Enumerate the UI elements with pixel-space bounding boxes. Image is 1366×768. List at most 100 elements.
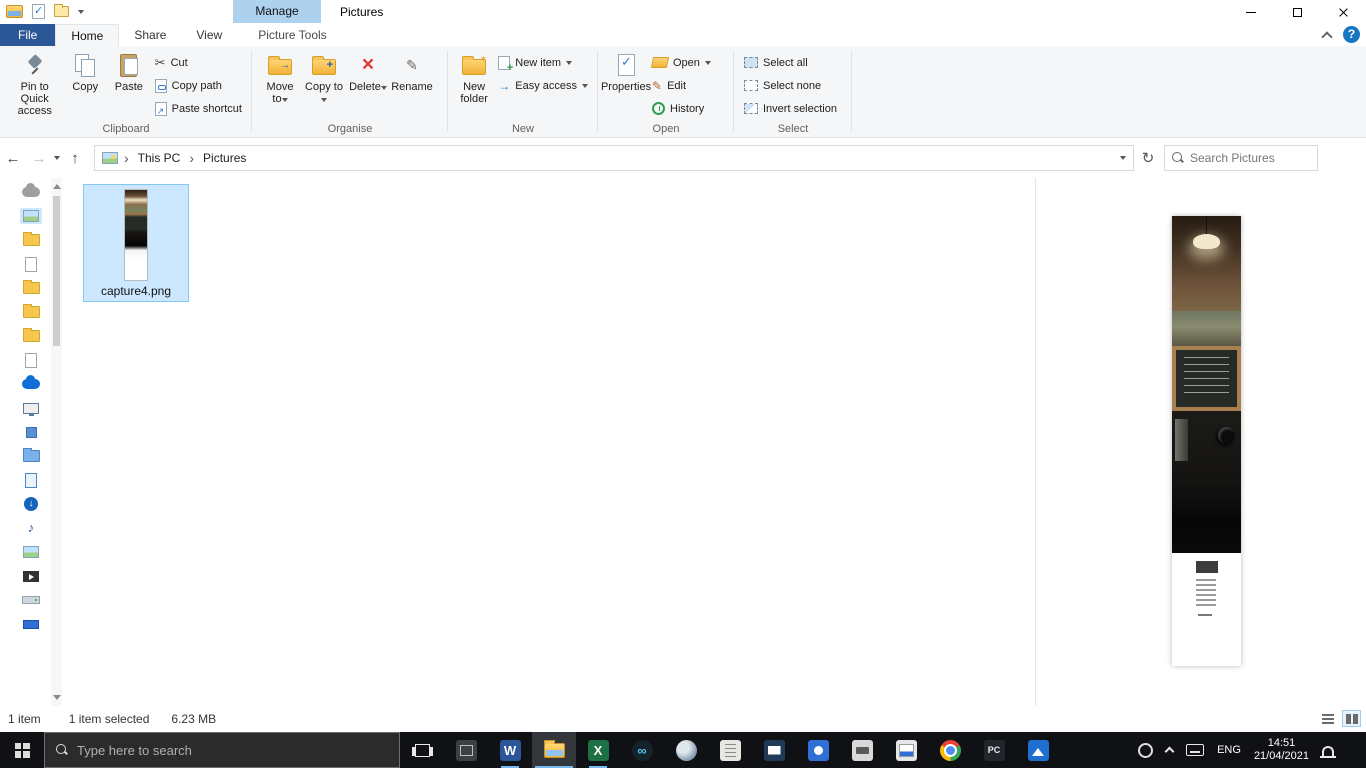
open-button[interactable]: Open	[648, 53, 715, 72]
properties-button[interactable]: Properties	[601, 48, 651, 97]
history-button[interactable]: History	[648, 99, 715, 118]
tab-file[interactable]: File	[0, 24, 56, 46]
copy-button[interactable]: Copy	[63, 48, 107, 97]
search-box[interactable]	[1164, 145, 1318, 171]
new-folder-quick-icon[interactable]	[54, 4, 69, 17]
taskbar-app-capture[interactable]	[444, 732, 488, 768]
close-button[interactable]	[1320, 0, 1366, 24]
sidebar-item-folder[interactable]	[20, 304, 43, 320]
edit-button[interactable]: ✎ Edit	[648, 76, 715, 95]
copy-path-button[interactable]: Copy path	[151, 76, 246, 95]
paste-shortcut-button[interactable]: Paste shortcut	[151, 99, 246, 118]
start-button[interactable]	[0, 732, 44, 768]
select-none-button[interactable]: Select none	[740, 76, 841, 95]
paste-button[interactable]: Paste	[107, 48, 151, 97]
taskbar-app-excel[interactable]	[576, 732, 620, 768]
delete-button[interactable]: × Delete	[346, 48, 390, 97]
taskbar-search[interactable]	[44, 732, 400, 768]
copy-to-button[interactable]: Copy to	[302, 48, 346, 109]
minimize-ribbon-icon[interactable]	[1321, 30, 1333, 43]
sidebar-item-videos[interactable]	[20, 568, 42, 584]
recent-locations-chevron-icon[interactable]	[54, 156, 60, 160]
tab-home[interactable]: Home	[55, 24, 120, 46]
large-icons-view-button[interactable]	[1342, 710, 1361, 727]
sidebar-item-documents[interactable]	[22, 472, 40, 488]
sidebar-scrollbar[interactable]	[51, 178, 62, 706]
invert-selection-button[interactable]: Invert selection	[740, 99, 841, 118]
file-list-area[interactable]: capture4.png	[62, 178, 1035, 706]
show-hidden-icons-chevron[interactable]	[1164, 746, 1175, 757]
move-to-button[interactable]: Move to	[258, 48, 302, 109]
sidebar-item-document[interactable]	[22, 256, 40, 272]
sidebar-item-network[interactable]	[20, 616, 42, 632]
sidebar-item-pictures-selected[interactable]	[20, 208, 42, 224]
breadcrumb-this-pc[interactable]: This PC	[135, 151, 184, 165]
sidebar-item-pictures[interactable]	[20, 544, 42, 560]
tab-share[interactable]: Share	[119, 24, 181, 46]
pin-to-quick-access-button[interactable]: Pin to Quick access	[6, 48, 63, 121]
task-view-button[interactable]	[400, 732, 444, 768]
action-center-icon[interactable]	[1320, 746, 1336, 758]
tray-circle-icon[interactable]	[1138, 742, 1154, 758]
taskbar-app-installer[interactable]	[884, 732, 928, 768]
sidebar-item-music[interactable]: ♪	[25, 520, 38, 536]
pictures-folder-icon	[102, 152, 118, 164]
sidebar-item-onedrive[interactable]	[19, 183, 43, 200]
tab-view[interactable]: View	[181, 24, 237, 46]
language-indicator[interactable]: ENG	[1217, 744, 1241, 756]
refresh-icon[interactable]: ↻	[1134, 149, 1162, 167]
sidebar-item-this-pc[interactable]	[20, 400, 42, 416]
excel-icon	[587, 739, 609, 761]
contextual-tab-header[interactable]: Manage	[233, 0, 321, 23]
rename-button[interactable]: ✎ Rename	[390, 48, 434, 97]
sidebar-item-folder[interactable]	[20, 280, 43, 296]
easy-access-button[interactable]: → Easy access	[494, 76, 592, 95]
preview-shelf-section	[1172, 311, 1241, 346]
taskbar-app-chrome[interactable]	[928, 732, 972, 768]
taskbar-app-notes[interactable]	[708, 732, 752, 768]
address-dropdown-icon[interactable]	[1120, 156, 1126, 160]
taskbar-app-printer[interactable]	[840, 732, 884, 768]
address-bar[interactable]: › This PC › Pictures	[94, 145, 1134, 171]
breadcrumb-separator-icon: ›	[189, 150, 195, 166]
sidebar-item-local-disk[interactable]	[19, 592, 43, 608]
touch-keyboard-icon[interactable]	[1186, 744, 1205, 756]
taskbar-search-input[interactable]	[77, 742, 388, 758]
scroll-down-icon[interactable]	[53, 695, 61, 700]
taskbar-clock[interactable]: 14:51 21/04/2021	[1254, 737, 1309, 763]
taskbar-app-file-explorer[interactable]	[532, 732, 576, 768]
sidebar-item-downloads[interactable]	[21, 496, 41, 512]
customize-toolbar-chevron-icon[interactable]	[78, 9, 84, 14]
cut-button[interactable]: ✂ Cut	[151, 53, 246, 72]
details-view-button[interactable]	[1318, 710, 1337, 727]
sidebar-item-desktop[interactable]	[20, 448, 43, 464]
back-button[interactable]: ←	[0, 150, 26, 167]
maximize-button[interactable]	[1274, 0, 1320, 24]
sidebar-item-folder[interactable]	[20, 232, 43, 248]
taskbar-app-blue[interactable]	[796, 732, 840, 768]
minimize-button[interactable]	[1228, 0, 1274, 24]
sidebar-item-3d-objects[interactable]	[23, 424, 40, 440]
up-button[interactable]: ↑	[62, 150, 88, 167]
breadcrumb-pictures[interactable]: Pictures	[200, 151, 249, 165]
sidebar-item-document[interactable]	[22, 352, 40, 368]
taskbar-app-photos[interactable]	[1016, 732, 1060, 768]
taskbar-app-word[interactable]	[488, 732, 532, 768]
new-item-button[interactable]: New item	[494, 53, 592, 74]
taskbar-app-infinity[interactable]	[620, 732, 664, 768]
select-all-button[interactable]: Select all	[740, 53, 841, 72]
sidebar-item-onedrive[interactable]	[19, 375, 43, 392]
taskbar-app-mail[interactable]	[752, 732, 796, 768]
scrollbar-thumb[interactable]	[53, 196, 60, 346]
search-input[interactable]	[1190, 151, 1310, 165]
sidebar-item-folder[interactable]	[20, 328, 43, 344]
help-icon[interactable]	[1343, 26, 1360, 43]
properties-quick-icon[interactable]	[32, 4, 45, 19]
taskbar-app-pc[interactable]	[972, 732, 1016, 768]
scroll-up-icon[interactable]	[53, 184, 61, 189]
tab-picture-tools[interactable]: Picture Tools	[243, 24, 341, 46]
file-item-capture4[interactable]: capture4.png	[83, 184, 189, 302]
new-folder-button[interactable]: New folder	[454, 48, 494, 109]
taskbar-app-browser[interactable]	[664, 732, 708, 768]
forward-button[interactable]: →	[26, 150, 52, 167]
